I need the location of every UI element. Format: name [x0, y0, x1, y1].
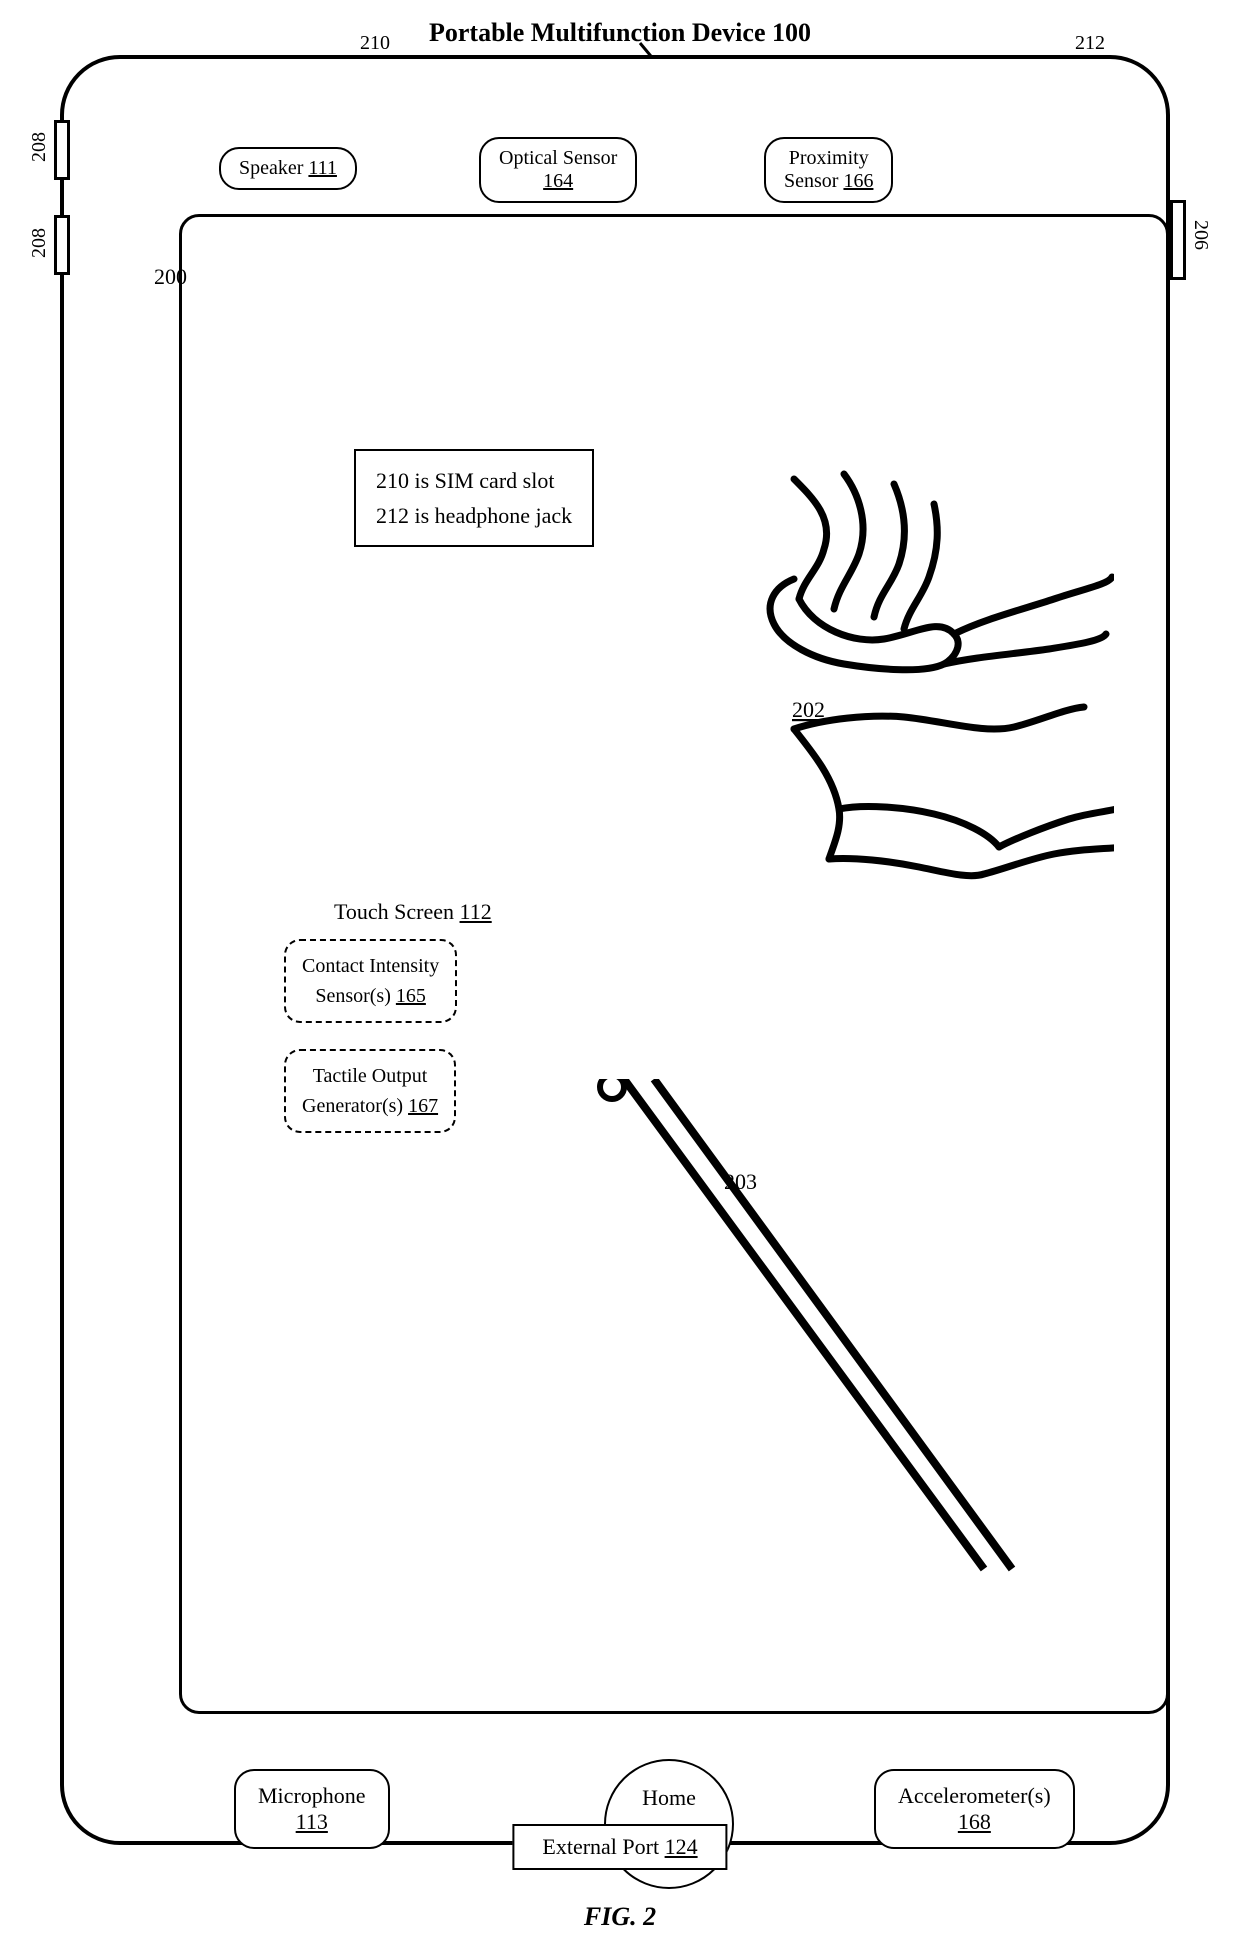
- optical-sensor-box: Optical Sensor 164: [479, 137, 637, 203]
- page: Portable Multifunction Device 100 210 21…: [0, 0, 1240, 1950]
- device-outline: 200 Speaker 111 Optical Sensor 164 Proxi…: [60, 55, 1170, 1845]
- side-label-208-mid: 208: [28, 228, 51, 258]
- side-label-206: 206: [1189, 220, 1212, 250]
- side-button-left-mid: [54, 215, 70, 275]
- side-button-left-top: [54, 120, 70, 180]
- tactile-output-box: Tactile OutputGenerator(s) 167: [284, 1049, 456, 1133]
- stylus-drawing: [544, 1079, 1024, 1599]
- label-203: 203: [724, 1169, 757, 1195]
- label-200: 200: [154, 264, 187, 290]
- touch-screen-label: Touch Screen 112: [334, 899, 492, 925]
- contact-intensity-box: Contact IntensitySensor(s) 165: [284, 939, 457, 1023]
- headphone-ref: 212: [1075, 32, 1105, 54]
- proximity-sensor-box: ProximitySensor 166: [764, 137, 893, 203]
- port-sim-label: 210: [360, 32, 390, 55]
- annotation-box: 210 is SIM card slot212 is headphone jac…: [354, 449, 594, 547]
- sim-ref: 210: [360, 32, 390, 54]
- svg-text:202: 202: [792, 697, 825, 722]
- external-port: External Port 124: [512, 1824, 727, 1870]
- figure-label: FIG. 2: [584, 1902, 656, 1932]
- speaker-box: Speaker 111: [219, 147, 357, 190]
- side-label-208-top: 208: [28, 132, 51, 162]
- side-button-right: [1170, 200, 1186, 280]
- port-headphone-label: 212: [1075, 32, 1105, 55]
- hand-drawing: 202: [594, 469, 1114, 889]
- accelerometer-component: Accelerometer(s) 168: [874, 1769, 1075, 1849]
- microphone-component: Microphone 113: [234, 1769, 390, 1849]
